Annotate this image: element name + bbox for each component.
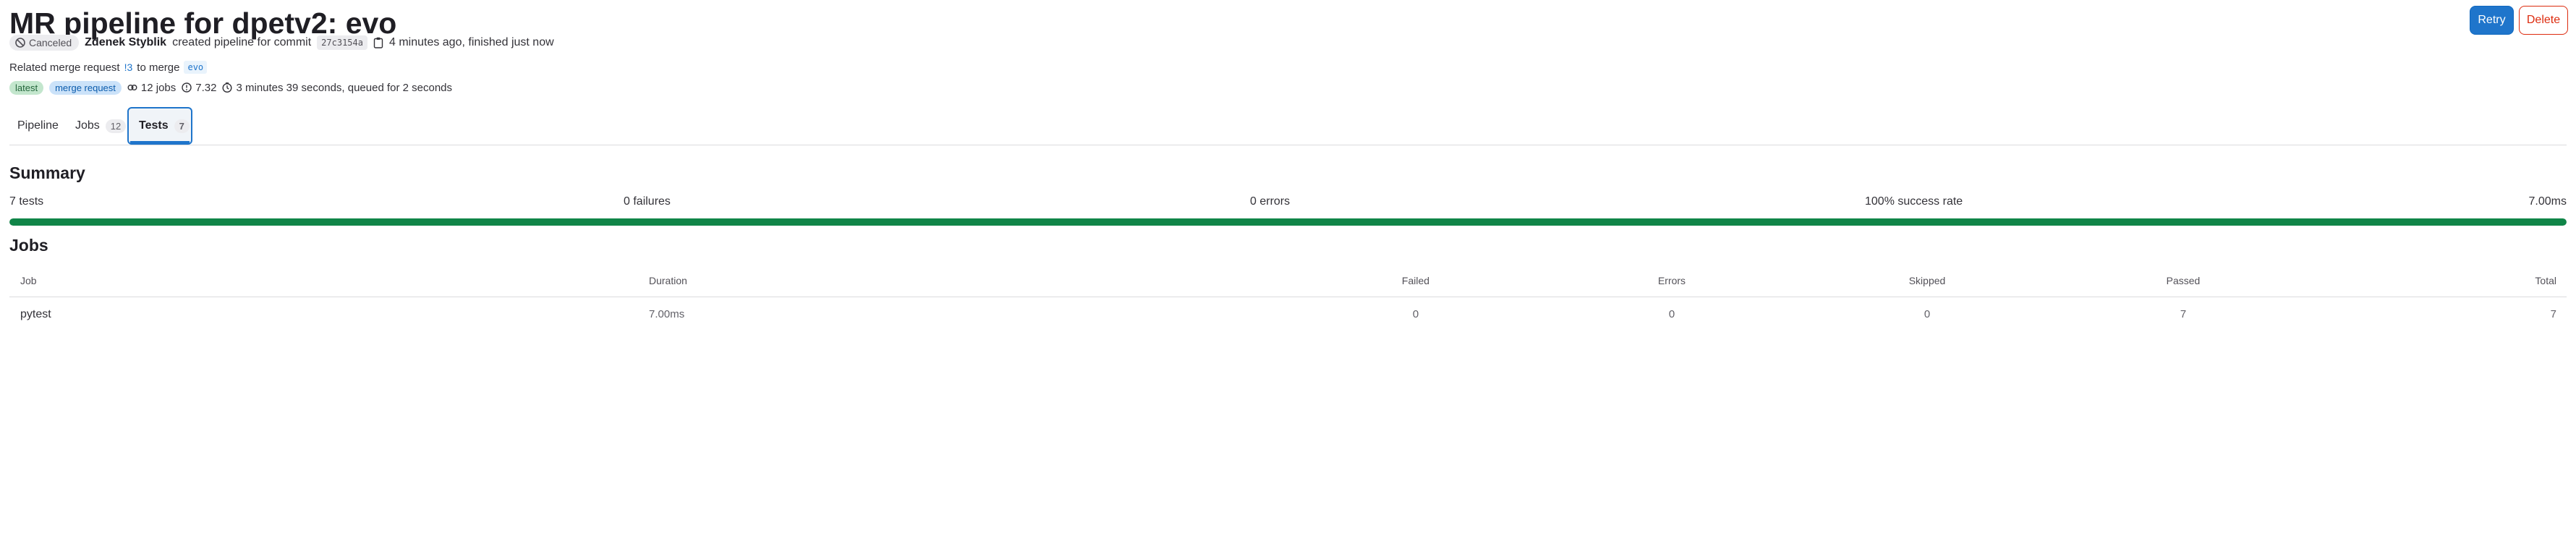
tab-pipeline[interactable]: Pipeline	[9, 107, 67, 145]
related-merge-request: Related merge request !3 to merge evo	[9, 59, 208, 76]
jobs-title: Jobs	[9, 236, 48, 255]
summary-errors: 0 errors	[1250, 195, 1291, 208]
summary-duration: 7.00ms	[2528, 195, 2567, 208]
tab-tests-count: 7	[174, 119, 190, 133]
latest-badge[interactable]: latest	[9, 80, 44, 95]
summary-failures: 0 failures	[624, 195, 671, 208]
retry-button[interactable]: Retry	[2470, 6, 2514, 35]
tab-tests-label: Tests	[139, 119, 169, 132]
column-header-failed: Failed	[1401, 275, 1430, 286]
cell-total: 7	[2550, 308, 2556, 320]
column-header-job: Job	[20, 275, 37, 286]
status-badge-label: Canceled	[29, 37, 72, 48]
cell-job[interactable]: pytest	[20, 308, 51, 321]
column-header-errors: Errors	[1657, 275, 1686, 286]
column-header-total: Total	[2535, 275, 2556, 286]
success-progress-fill	[9, 218, 2567, 226]
pipeline-duration: 7.32	[182, 82, 216, 94]
duration-value: 7.32	[195, 81, 217, 94]
jobs-icon	[127, 85, 137, 90]
tab-pipeline-label: Pipeline	[17, 119, 59, 132]
tab-jobs-label: Jobs	[75, 119, 100, 132]
jobs-count-label: 12 jobs	[140, 81, 177, 94]
summary-tests: 7 tests	[9, 195, 44, 208]
column-header-passed: Passed	[2166, 275, 2201, 286]
delete-button[interactable]: Delete	[2519, 6, 2568, 35]
column-header-duration: Duration	[649, 275, 687, 286]
column-header-skipped: Skipped	[1908, 275, 1946, 286]
cell-failed: 0	[1412, 308, 1419, 320]
cell-skipped: 0	[1924, 308, 1931, 320]
timing-text: 3 minutes 39 seconds, queued for 2 secon…	[236, 81, 453, 94]
summary-success-rate: 100% success rate	[1865, 195, 1963, 208]
duration-icon	[182, 82, 192, 93]
created-text: created pipeline for commit	[172, 36, 312, 48]
mr-prefix: Related merge request	[9, 61, 120, 74]
jobs-count: 12 jobs	[127, 82, 176, 94]
cell-errors: 0	[1668, 308, 1675, 320]
pipeline-timing: 3 minutes 39 seconds, queued for 2 secon…	[222, 82, 452, 94]
author-link[interactable]: Zdenek Styblik	[85, 36, 166, 49]
mr-branch[interactable]: evo	[184, 61, 208, 74]
success-progress-bar	[9, 218, 2567, 226]
summary-title: Summary	[9, 163, 85, 182]
status-badge[interactable]: Canceled	[9, 35, 80, 51]
active-tab-indicator	[130, 141, 190, 143]
merge-request-badge[interactable]: merge request	[49, 80, 122, 95]
mr-to-merge-text: to merge	[137, 61, 180, 74]
pipeline-meta: Canceled Zdenek Styblik created pipeline…	[9, 33, 554, 52]
pipeline-page: MR pipeline for dpetv2: evo Retry Delete…	[0, 0, 2576, 541]
canceled-icon	[15, 38, 25, 48]
cell-passed: 7	[2180, 308, 2187, 320]
tab-jobs-count: 12	[105, 119, 127, 133]
mr-link[interactable]: !3	[124, 61, 133, 73]
commit-sha[interactable]: 27c3154a	[317, 35, 367, 50]
tab-jobs[interactable]: Jobs 12	[67, 107, 127, 145]
clock-icon	[222, 82, 232, 93]
time-text: 4 minutes ago, finished just now	[388, 36, 554, 48]
tab-tests[interactable]: Tests 7	[127, 107, 192, 145]
pipeline-info: latest merge request 12 jobs 7.32 3 minu…	[9, 78, 452, 97]
cell-duration: 7.00ms	[649, 308, 685, 320]
clipboard-icon[interactable]	[373, 37, 383, 48]
